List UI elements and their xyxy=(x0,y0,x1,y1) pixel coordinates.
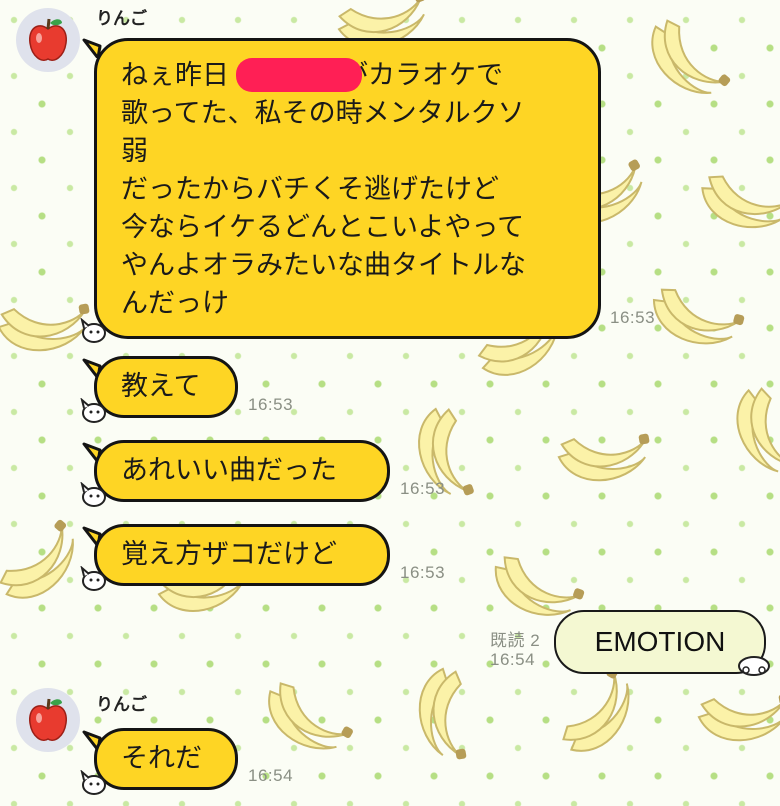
banana-icon xyxy=(696,172,780,236)
dog-mascot-icon xyxy=(80,482,106,507)
message-line: 弱 xyxy=(121,136,148,167)
message-text: EMOTION xyxy=(594,626,726,657)
message-text: 覚え方ザコだけど xyxy=(121,539,337,570)
message-time: 16:53 xyxy=(248,395,294,414)
dog-mascot-icon xyxy=(80,770,106,795)
banana-icon xyxy=(411,665,475,766)
message-time: 16:53 xyxy=(400,563,446,582)
message-time: 16:53 xyxy=(400,479,446,498)
message-time: 16:54 xyxy=(248,766,294,785)
message-bubble[interactable]: 覚え方ザコだけど xyxy=(94,524,390,586)
read-receipt: 既読 2 xyxy=(490,631,541,650)
dog-mascot-icon xyxy=(80,318,106,343)
banana-icon xyxy=(645,284,748,355)
message-bubble[interactable]: あれいい曲だった xyxy=(94,440,390,502)
message-line: 歌ってた、私その時メンタルクソ xyxy=(121,98,525,129)
message-time: 16:53 xyxy=(610,308,656,327)
redaction-mark xyxy=(236,58,362,92)
banana-icon xyxy=(635,14,737,111)
dog-mascot-icon xyxy=(80,566,106,591)
message-line: だったからバチくそ逃げたけど xyxy=(121,174,499,205)
avatar[interactable] xyxy=(16,8,80,72)
sender-name: りんご xyxy=(96,695,147,715)
message-time: 16:54 xyxy=(490,650,536,669)
apple-icon xyxy=(29,698,67,741)
message-bubble[interactable]: EMOTION xyxy=(554,610,766,674)
message-line: やんよオラみたいな曲タイトルな xyxy=(121,250,526,281)
dog-mascot-icon xyxy=(738,656,770,676)
banana-icon xyxy=(254,677,359,765)
dog-mascot-icon xyxy=(80,398,106,423)
banana-icon xyxy=(557,661,645,766)
message-text: あれいい曲だった xyxy=(121,455,337,486)
message-text: それだ xyxy=(121,743,202,774)
message-bubble[interactable]: 教えて xyxy=(94,356,238,418)
avatar[interactable] xyxy=(16,688,80,752)
message-text: 教えて xyxy=(121,371,201,402)
banana-icon xyxy=(695,685,780,749)
banana-icon xyxy=(555,425,656,489)
message-line: 今ならイケるどんとこいよやって xyxy=(121,212,525,243)
sender-name: りんご xyxy=(96,9,147,29)
banana-icon xyxy=(0,513,91,615)
apple-icon xyxy=(29,18,67,61)
message-line: んだっけ xyxy=(121,288,229,319)
message-bubble[interactable]: それだ xyxy=(94,728,238,790)
banana-icon xyxy=(721,381,780,487)
